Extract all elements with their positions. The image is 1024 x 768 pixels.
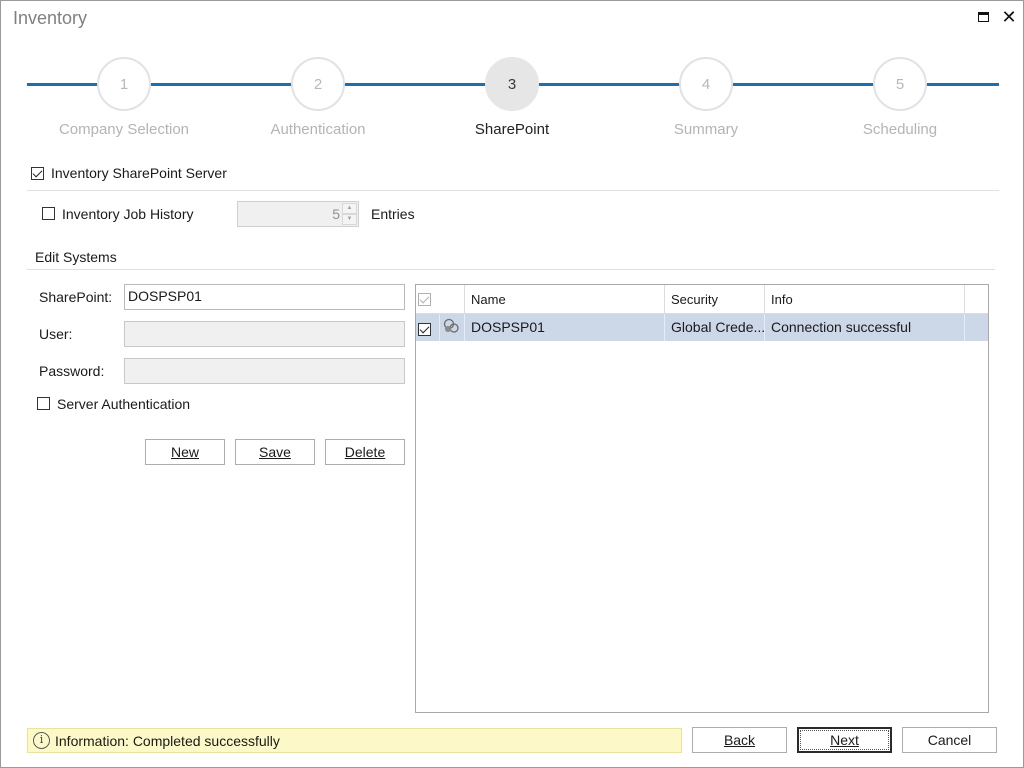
step-number: 2 [291, 57, 345, 111]
server-authentication-checkbox[interactable] [37, 397, 50, 410]
stepper-value: 5 [332, 206, 340, 222]
save-button[interactable]: Save [235, 439, 315, 465]
maximize-button[interactable] [973, 7, 993, 27]
close-button[interactable]: ✕ [999, 7, 1019, 27]
edit-systems-title: Edit Systems [35, 249, 117, 265]
step-summary: 4 Summary [616, 57, 796, 138]
wizard-steps: 1 Company Selection 2 Authentication 3 S… [27, 57, 999, 147]
delete-button[interactable]: Delete [325, 439, 405, 465]
step-label: Summary [673, 121, 739, 138]
job-history-entries-stepper[interactable]: 5 ▲ ▼ [237, 201, 359, 227]
entries-label: Entries [371, 206, 415, 222]
user-input[interactable] [124, 321, 405, 347]
select-all-checkbox[interactable] [418, 293, 431, 307]
password-field-label: Password: [39, 363, 105, 379]
sharepoint-input[interactable]: DOSPSP01 [124, 284, 405, 310]
inventory-window: Inventory ✕ 1 Company Selection 2 Authen… [0, 0, 1024, 768]
stepper-down-icon[interactable]: ▼ [342, 214, 357, 225]
close-icon: ✕ [1001, 6, 1017, 27]
server-authentication-label: Server Authentication [57, 396, 191, 412]
divider [27, 269, 995, 270]
new-button[interactable]: New [145, 439, 225, 465]
divider [27, 190, 999, 191]
step-number: 1 [97, 57, 151, 111]
status-bar: i Information: Completed successfully [27, 728, 682, 753]
stepper-up-icon[interactable]: ▲ [342, 203, 357, 214]
step-number: 3 [485, 57, 539, 111]
step-scheduling: 5 Scheduling [810, 57, 990, 138]
step-authentication: 2 Authentication [228, 57, 408, 138]
next-button[interactable]: Next [797, 727, 892, 753]
row-security-cell: Global Crede... [665, 314, 765, 341]
job-history-checkbox[interactable] [42, 207, 55, 220]
cancel-button[interactable]: Cancel [902, 727, 997, 753]
row-name-cell: DOSPSP01 [465, 314, 665, 341]
user-field-label: User: [39, 326, 73, 342]
systems-grid: Name Security Info DOSPSP01 Global Crede… [415, 284, 989, 713]
info-icon: i [33, 732, 50, 749]
job-history-label: Inventory Job History [62, 206, 194, 222]
title-bar: Inventory ✕ [1, 1, 1023, 35]
grid-header: Name Security Info [416, 285, 988, 314]
step-label: SharePoint [474, 121, 550, 138]
password-input[interactable] [124, 358, 405, 384]
step-label: Company Selection [58, 121, 190, 138]
column-header-security[interactable]: Security [665, 285, 765, 314]
step-label: Scheduling [862, 121, 938, 138]
inventory-sharepoint-checkbox[interactable] [31, 167, 44, 180]
window-title: Inventory [13, 8, 88, 28]
maximize-icon [977, 12, 989, 22]
status-text: Information: Completed successfully [55, 733, 280, 749]
table-row[interactable]: DOSPSP01 Global Crede... Connection succ… [416, 314, 988, 341]
sharepoint-field-label: SharePoint: [39, 289, 113, 305]
step-label: Authentication [270, 121, 366, 138]
row-info-cell: Connection successful [765, 314, 965, 341]
step-number: 4 [679, 57, 733, 111]
sharepoint-server-icon [443, 318, 459, 333]
inventory-sharepoint-label: Inventory SharePoint Server [51, 165, 227, 181]
row-checkbox[interactable] [418, 322, 431, 336]
step-sharepoint: 3 SharePoint [422, 57, 602, 138]
column-header-info[interactable]: Info [765, 285, 965, 314]
row-select-cell[interactable] [416, 314, 440, 341]
back-button[interactable]: Back [692, 727, 787, 753]
step-number: 5 [873, 57, 927, 111]
row-icon-cell [440, 314, 465, 341]
column-header-name[interactable]: Name [465, 285, 665, 314]
select-all-header[interactable] [416, 285, 465, 314]
step-company-selection: 1 Company Selection [34, 57, 214, 138]
